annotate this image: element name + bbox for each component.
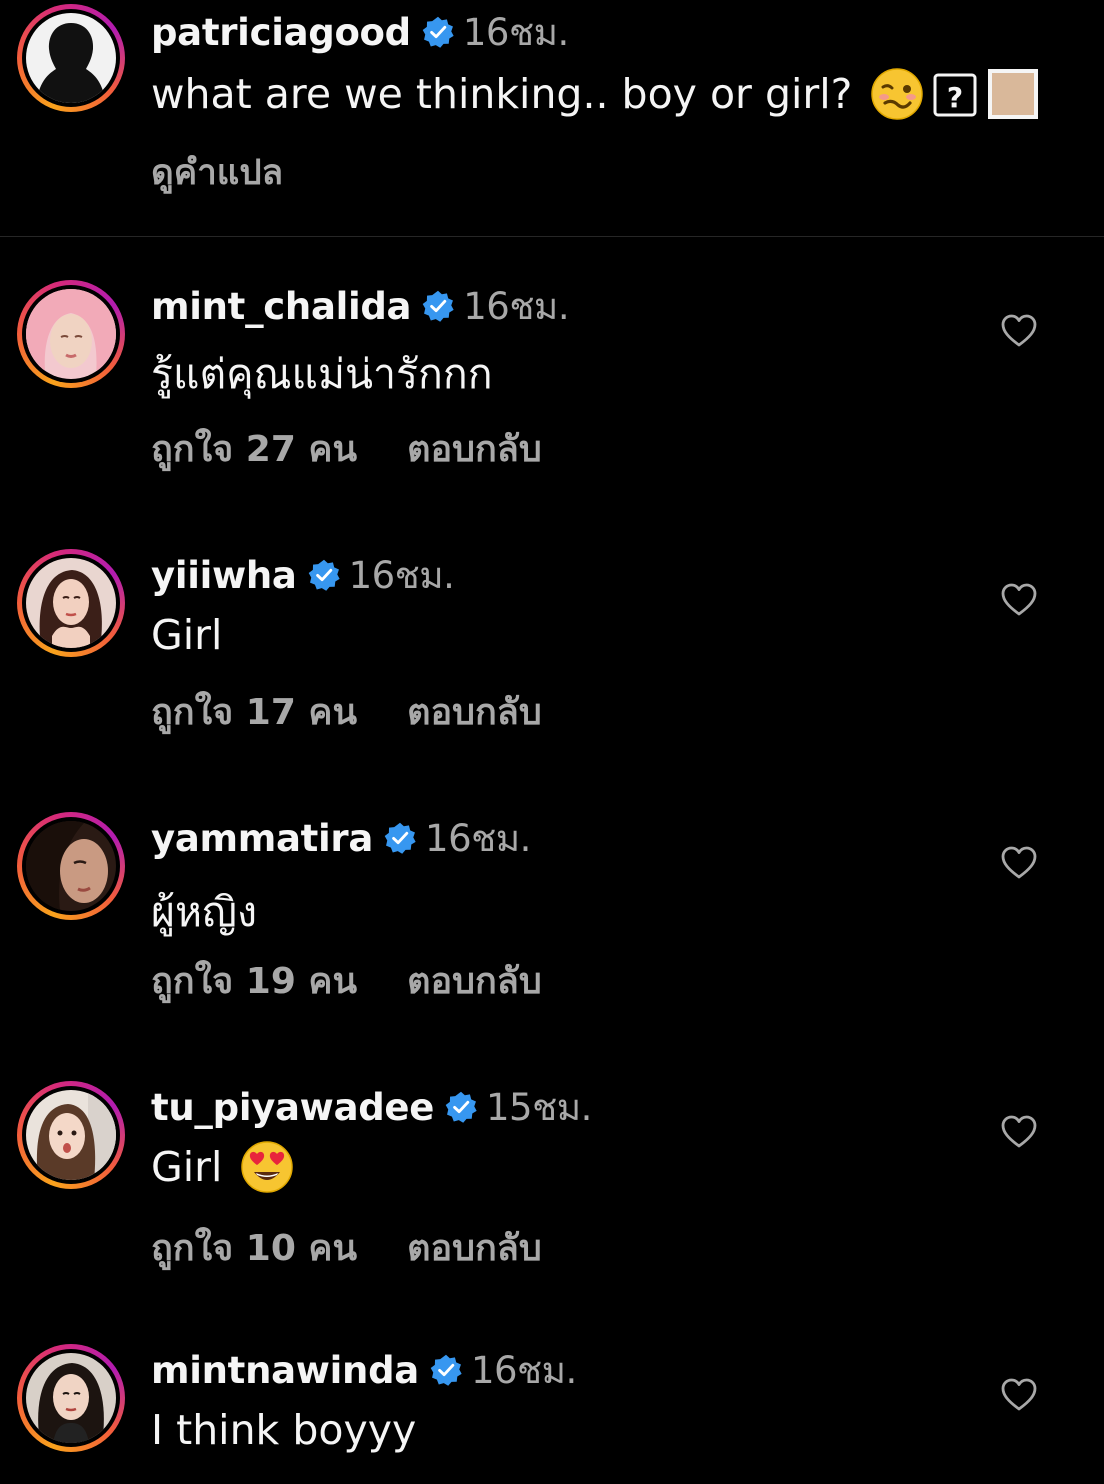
comment-username[interactable]: yammatira bbox=[151, 817, 373, 860]
woman-selfie-avatar bbox=[26, 1090, 116, 1180]
verified-badge-icon bbox=[445, 1091, 477, 1123]
comment-meta: ถูกใจ 10 คน ตอบกลับ bbox=[151, 1219, 542, 1276]
post-caption: patriciagood 16ชม. what are we thinking.… bbox=[0, 0, 1104, 236]
verified-badge-icon bbox=[308, 559, 340, 591]
comment-avatar[interactable] bbox=[17, 1081, 125, 1189]
caption-username[interactable]: patriciagood bbox=[151, 11, 411, 54]
woman-dark-hair-avatar bbox=[26, 1353, 116, 1443]
caption-avatar[interactable] bbox=[17, 4, 125, 112]
reply-button[interactable]: ตอบกลับ bbox=[407, 952, 542, 1009]
like-count[interactable]: ถูกใจ 10 คน bbox=[151, 1219, 357, 1276]
comment-avatar[interactable] bbox=[17, 549, 125, 657]
heart-icon[interactable] bbox=[1000, 844, 1038, 882]
comment-meta: ถูกใจ 17 คน ตอบกลับ bbox=[151, 683, 542, 740]
verified-badge-icon bbox=[384, 822, 416, 854]
comment-text: รู้แต่คุณแม่น่ารักกก bbox=[151, 350, 493, 398]
comment-text: Girl bbox=[151, 611, 223, 659]
comment-text-line: Girl bbox=[151, 1139, 294, 1195]
silhouette-avatar bbox=[26, 13, 116, 103]
reply-button[interactable]: ตอบกลับ bbox=[407, 420, 542, 477]
like-count[interactable]: ถูกใจ 19 คน bbox=[151, 952, 357, 1009]
comment-text: I think boyyy bbox=[151, 1406, 417, 1454]
caption-text: what are we thinking.. boy or girl? bbox=[151, 70, 853, 118]
comment-time: 16ชม. bbox=[425, 816, 531, 860]
question-box-icon: ? bbox=[933, 73, 977, 117]
heart-icon[interactable] bbox=[1000, 581, 1038, 619]
skin-tone-swatch-icon bbox=[988, 69, 1039, 119]
comment-item: mintnawinda 16ชม. I think boyyy bbox=[0, 1344, 1104, 1484]
comment-item: mint_chalida 16ชม. รู้แต่คุณแม่น่ารักกก … bbox=[0, 280, 1104, 500]
comment-username[interactable]: mint_chalida bbox=[151, 285, 412, 328]
comment-time: 16ชม. bbox=[348, 553, 455, 597]
reply-button[interactable]: ตอบกลับ bbox=[407, 683, 542, 740]
verified-badge-icon bbox=[422, 16, 454, 48]
caption-time: 16ชม. bbox=[462, 10, 569, 54]
comment-text: ผู้หญิง bbox=[151, 888, 258, 936]
woozy-face-icon bbox=[871, 68, 924, 120]
comment-username[interactable]: yiiiwha bbox=[151, 554, 297, 597]
comment-time: 16ชม. bbox=[463, 284, 570, 328]
comment-username[interactable]: tu_piyawadee bbox=[151, 1086, 434, 1129]
like-count[interactable]: ถูกใจ 27 คน bbox=[151, 420, 357, 477]
pink-hair-avatar bbox=[26, 289, 116, 379]
heart-eyes-emoji-icon bbox=[241, 1141, 294, 1193]
comment-avatar[interactable] bbox=[17, 280, 125, 388]
woman-closeup-avatar bbox=[26, 821, 116, 911]
caption-divider bbox=[0, 236, 1104, 237]
comment-text: Girl bbox=[151, 1143, 223, 1191]
comment-item: yammatira 16ชม. ผู้หญิง ถูกใจ 19 คน ตอบก… bbox=[0, 812, 1104, 1032]
comment-time: 15ชม. bbox=[486, 1085, 592, 1129]
heart-icon[interactable] bbox=[1000, 1376, 1038, 1414]
comment-item: tu_piyawadee 15ชม. Girl ถูกใจ 10 คน ตอบก… bbox=[0, 1081, 1104, 1301]
see-translation-link[interactable]: ดูคำแปล bbox=[151, 145, 283, 200]
comment-meta: ถูกใจ 27 คน ตอบกลับ bbox=[151, 420, 542, 477]
comment-username[interactable]: mintnawinda bbox=[151, 1349, 419, 1392]
caption-header: patriciagood 16ชม. bbox=[151, 8, 569, 56]
comment-meta: ถูกใจ 19 คน ตอบกลับ bbox=[151, 952, 542, 1009]
comment-item: yiiiwha 16ชม. Girl ถูกใจ 17 คน ตอบกลับ bbox=[0, 549, 1104, 769]
caption-text-line: what are we thinking.. boy or girl? ? bbox=[151, 64, 1040, 124]
comment-avatar[interactable] bbox=[17, 812, 125, 920]
reply-button[interactable]: ตอบกลับ bbox=[407, 1219, 542, 1276]
verified-badge-icon bbox=[422, 290, 454, 322]
verified-badge-icon bbox=[430, 1354, 462, 1386]
heart-icon[interactable] bbox=[1000, 1113, 1038, 1151]
svg-text:?: ? bbox=[947, 81, 963, 114]
like-count[interactable]: ถูกใจ 17 คน bbox=[151, 683, 357, 740]
woman-portrait-avatar bbox=[26, 558, 116, 648]
heart-icon[interactable] bbox=[1000, 312, 1038, 350]
comment-time: 16ชม. bbox=[470, 1348, 577, 1392]
comment-avatar[interactable] bbox=[17, 1344, 125, 1452]
